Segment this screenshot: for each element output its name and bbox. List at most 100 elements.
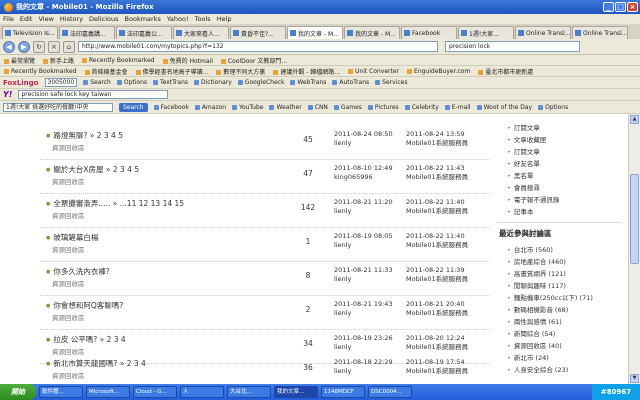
bookmark-item[interactable]: Recently Bookmarked bbox=[82, 57, 155, 64]
link-games[interactable]: Games bbox=[334, 104, 362, 111]
taskbar-item[interactable]: 1148MDCF bbox=[321, 386, 365, 398]
menu-help[interactable]: Help bbox=[217, 15, 232, 23]
sidebar-forum-link[interactable]: 高畫質網界 (121) bbox=[507, 268, 566, 278]
toolbar-options[interactable]: Options bbox=[538, 104, 568, 111]
tab[interactable]: 大家來看人... bbox=[173, 26, 229, 39]
bookmark-item[interactable]: EnguideBuyer.com bbox=[407, 68, 470, 75]
sidebar-link[interactable]: 黑名單 bbox=[507, 170, 534, 180]
link-youtube[interactable]: YouTube bbox=[232, 104, 263, 111]
foxlingo-texttrans[interactable]: TextTrans bbox=[153, 79, 188, 86]
menu-file[interactable]: File bbox=[3, 15, 14, 23]
yahoo-search-input[interactable]: precision safe lock key taiwan bbox=[18, 90, 169, 99]
back-icon[interactable]: ◀ bbox=[3, 40, 15, 53]
link-amazon[interactable]: Amazon bbox=[195, 104, 226, 111]
foxlingo-services[interactable]: Services bbox=[375, 79, 407, 86]
sidebar-forum-link[interactable]: 房地產綜合 (460) bbox=[507, 256, 566, 266]
tab[interactable]: Online Transl... bbox=[515, 26, 571, 39]
link-cnn[interactable]: CNN bbox=[308, 104, 328, 111]
sidebar-forum-link[interactable]: 數碼相機影音 (68) bbox=[507, 304, 568, 314]
vertical-scrollbar[interactable]: ▲ ▼ bbox=[628, 114, 640, 384]
sidebar-link[interactable]: 電子報不通訊錄 bbox=[507, 194, 560, 204]
start-button[interactable]: 開始 bbox=[0, 384, 36, 400]
tab-active[interactable]: 我的文章 - M... bbox=[287, 26, 343, 39]
foxlingo-options[interactable]: Options bbox=[117, 79, 147, 86]
bookmark-item[interactable]: Unit Converter bbox=[348, 68, 399, 75]
bookmark-item[interactable]: 新手上路 bbox=[43, 56, 74, 65]
bookmark-item[interactable]: 免費的 Hotmail bbox=[163, 56, 213, 65]
thread-title-link[interactable]: 路燈無聊? » 2 3 4 5 bbox=[46, 130, 123, 141]
foxlingo-googlecheck[interactable]: GoogleCheck bbox=[238, 79, 285, 86]
scroll-thumb[interactable] bbox=[630, 174, 639, 264]
link-woot[interactable]: Woot of the Day bbox=[477, 104, 532, 111]
sidebar-forum-link[interactable]: 台北市 (560) bbox=[507, 244, 553, 254]
taskbar-item-active[interactable]: 我的文章... bbox=[274, 386, 318, 398]
link-weather[interactable]: Weather bbox=[269, 104, 301, 111]
maximize-button[interactable]: □ bbox=[615, 2, 626, 12]
foxlingo-webtrans[interactable]: WebTrans bbox=[290, 79, 326, 86]
link-pictures[interactable]: Pictures bbox=[368, 104, 399, 111]
menu-bookmarks[interactable]: Bookmarks bbox=[125, 15, 161, 23]
foxlingo-dictionary[interactable]: Dictionary bbox=[194, 79, 232, 86]
menu-tools[interactable]: Tools bbox=[195, 15, 211, 23]
scroll-up-icon[interactable]: ▲ bbox=[630, 115, 639, 124]
bookmark-item[interactable]: 臺北市都市更新處 bbox=[478, 67, 533, 76]
tab[interactable]: 1週!大家... bbox=[458, 26, 514, 39]
thread-title-link[interactable]: 你會想和阿Q客聊嗎? bbox=[46, 300, 123, 311]
taskbar-item[interactable]: 人 bbox=[180, 386, 224, 398]
toolbar-select[interactable]: 1週!大家 挑選好吃的餐廳!中央 bbox=[3, 102, 113, 112]
menu-yahoo[interactable]: Yahoo! bbox=[167, 15, 189, 23]
sidebar-link[interactable]: 訂閱文章 bbox=[507, 146, 540, 156]
foxlingo-search[interactable]: Search bbox=[83, 79, 111, 86]
taskbar-item[interactable]: Cloud - G... bbox=[133, 386, 177, 398]
menu-view[interactable]: View bbox=[38, 15, 53, 23]
thread-title-link[interactable]: 全票攤審漸弄..... » ...11 12 13 14 15 bbox=[46, 198, 184, 209]
sidebar-link[interactable]: 文章收藏匣 bbox=[507, 134, 547, 144]
sidebar-forum-link[interactable]: 新聞綜合 (54) bbox=[507, 328, 555, 338]
sidebar-link[interactable]: 記事本 bbox=[507, 206, 534, 216]
tab[interactable]: 法印嘉義公... bbox=[116, 26, 172, 39]
sidebar-forum-link[interactable]: 資源回收區 (40) bbox=[507, 340, 562, 350]
close-button[interactable]: × bbox=[627, 2, 638, 12]
link-celebrity[interactable]: Celebrity bbox=[405, 104, 439, 111]
sidebar-link[interactable]: 會員搜尋 bbox=[507, 182, 540, 192]
taskbar-item[interactable]: Microsoft... bbox=[86, 386, 130, 398]
tab[interactable]: Facebook bbox=[401, 26, 457, 39]
scroll-down-icon[interactable]: ▼ bbox=[630, 374, 639, 383]
bookmark-item[interactable]: 佛學經書名地高子導讀... bbox=[136, 67, 209, 76]
bookmark-item[interactable]: 建議外觀 - 歸檔網路... bbox=[273, 67, 340, 76]
tab[interactable]: Television Is... bbox=[2, 26, 58, 39]
thread-title-link[interactable]: 關於大台X房屋 » 2 3 4 5 bbox=[46, 164, 139, 175]
stop-icon[interactable]: × bbox=[48, 40, 60, 53]
taskbar-item[interactable]: DSC0004... bbox=[368, 386, 412, 398]
thread-title-link[interactable]: 玻璃鏟幕白楊 bbox=[46, 232, 98, 243]
taskbar-item[interactable]: 大台北... bbox=[227, 386, 271, 398]
menu-history[interactable]: History bbox=[60, 15, 83, 23]
sidebar-forum-link[interactable]: 閒聊與趣味 (117) bbox=[507, 280, 566, 290]
taskbar-item[interactable]: 軟件體... bbox=[39, 386, 83, 398]
sidebar-forum-link[interactable]: 麵點機車(250cc以下) (71) bbox=[507, 292, 593, 302]
tab[interactable]: 法印嘉義講... bbox=[59, 26, 115, 39]
sidebar-forum-link[interactable]: 兩性與感情 (61) bbox=[507, 316, 562, 326]
minimize-button[interactable]: _ bbox=[603, 2, 614, 12]
thread-title-link[interactable]: 新北市算天龍國嗎? » 2 3 4 bbox=[46, 358, 145, 369]
link-email[interactable]: E-mail bbox=[445, 104, 471, 111]
thread-title-link[interactable]: 你多久洗內衣褲? bbox=[46, 266, 109, 277]
sidebar-link[interactable]: 訂閱文章 bbox=[507, 122, 540, 132]
url-field[interactable]: http://www.mobile01.com/mytopics.php?f=1… bbox=[78, 41, 438, 52]
tab[interactable]: 黃昏不佳?... bbox=[230, 26, 286, 39]
foxlingo-select[interactable]: 3005000 bbox=[44, 78, 78, 87]
menu-edit[interactable]: Edit bbox=[20, 15, 33, 23]
bookmark-item[interactable]: 最常瀏覽 bbox=[4, 56, 35, 65]
reload-icon[interactable]: ↻ bbox=[33, 40, 45, 53]
bookmark-item[interactable]: 數理不同大方裏 bbox=[216, 67, 265, 76]
thread-title-link[interactable]: 拉皮 公平嗎? » 2 3 4 bbox=[46, 334, 125, 345]
foxlingo-autotrans[interactable]: AutoTrans bbox=[332, 79, 369, 86]
bookmark-item[interactable]: CoolDoor 文教部門... bbox=[221, 56, 287, 65]
sidebar-forum-link[interactable]: 人身安全綜合 (23) bbox=[507, 364, 568, 374]
bookmark-item[interactable]: Recently Bookmarked bbox=[4, 68, 77, 75]
toolbar-search-button[interactable]: Search bbox=[119, 102, 148, 112]
tab[interactable]: 我的文章 - M... bbox=[344, 26, 400, 39]
menu-delicious[interactable]: Delicious bbox=[89, 15, 118, 23]
sidebar-forum-link[interactable]: 新北市 (24) bbox=[507, 352, 549, 362]
sidebar-link[interactable]: 好友名單 bbox=[507, 158, 540, 168]
